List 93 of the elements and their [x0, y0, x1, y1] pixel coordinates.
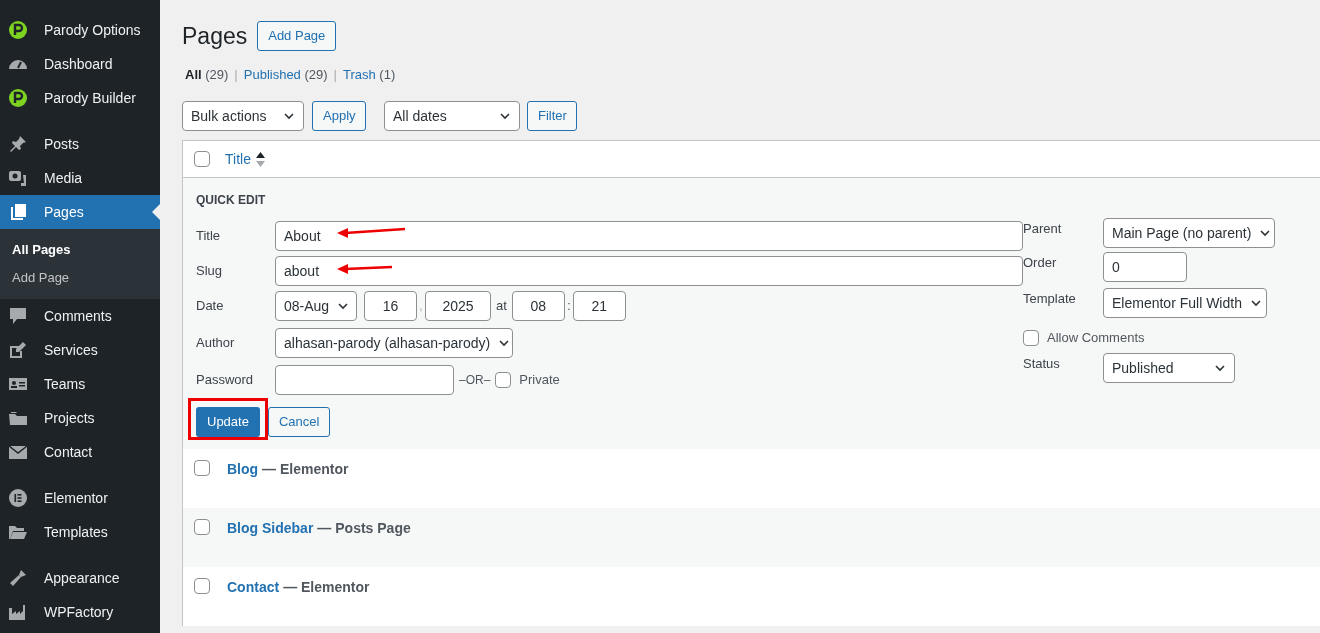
sidebar-item[interactable]: Parody Builder	[0, 81, 160, 115]
chevron-down-icon	[1214, 362, 1226, 374]
sidebar-item[interactable]: Projects	[0, 401, 160, 435]
chevron-down-icon	[1259, 227, 1272, 239]
month-select[interactable]: 08-Aug	[275, 291, 357, 321]
sidebar-item[interactable]: Media	[0, 161, 160, 195]
field-label: Password	[196, 371, 255, 390]
apply-button[interactable]: Apply	[312, 101, 366, 131]
hour-input[interactable]: 08	[511, 291, 565, 321]
bulk-actions-select[interactable]: Bulk actions	[182, 101, 304, 131]
sidebar-item[interactable]: Contact	[0, 435, 160, 469]
filter-button[interactable]: Filter	[527, 101, 577, 131]
field-label: Author	[196, 334, 236, 353]
sort-icon	[255, 151, 265, 167]
logo-icon	[8, 20, 28, 40]
checkbox-label: Private	[519, 371, 560, 390]
sidebar-item[interactable]: Elementor	[0, 481, 160, 515]
parent-select[interactable]: Main Page (no parent)	[1103, 218, 1275, 248]
media-icon	[8, 168, 28, 188]
pushpin-icon	[8, 134, 28, 154]
sidebar-item[interactable]: Services	[0, 333, 160, 367]
chevron-down-icon	[1249, 297, 1262, 309]
separator: |	[234, 66, 238, 85]
page-title: Pages	[182, 21, 248, 51]
chevron-down-icon	[499, 110, 511, 122]
logo-icon	[8, 88, 28, 108]
sidebar-item[interactable]: Appearance	[0, 561, 160, 595]
checkbox-label: Allow Comments	[1047, 329, 1145, 348]
or-label: –OR–	[459, 372, 491, 389]
speech-bubble-icon	[8, 306, 28, 326]
checkbox[interactable]	[194, 519, 210, 535]
field-label: Order	[1023, 254, 1058, 273]
column-header[interactable]: Title	[225, 148, 265, 170]
arrow-annotation	[337, 227, 407, 239]
checkbox[interactable]	[194, 578, 210, 594]
checkbox[interactable]	[1023, 330, 1039, 346]
pages-icon	[8, 202, 28, 222]
minute-input[interactable]: 21	[572, 291, 626, 321]
page-title-link[interactable]: Blog Sidebar	[227, 518, 314, 539]
status-select[interactable]: Published	[1103, 353, 1235, 383]
template-select[interactable]: Elementor Full Width	[1103, 288, 1267, 318]
circle-logo-icon	[8, 488, 28, 508]
add-page-button[interactable]: Add Page	[257, 21, 337, 51]
page-title-link[interactable]: Blog	[227, 459, 259, 480]
at-label: at	[496, 297, 507, 316]
sidebar-item[interactable]: Templates	[0, 515, 160, 549]
section-heading: QUICK EDIT	[196, 192, 267, 207]
day-input[interactable]: 16	[364, 291, 417, 321]
arrow-annotation	[337, 263, 393, 275]
field-label: Template	[1023, 290, 1077, 309]
page-title-link[interactable]: Contact	[227, 577, 280, 598]
chevron-down-icon	[498, 337, 511, 349]
page-state-label: — Elementor	[262, 460, 349, 479]
update-button[interactable]: Update	[196, 407, 260, 437]
author-select[interactable]: alhasan-parody (alhasan-parody)	[275, 328, 513, 358]
submenu-item[interactable]: All Pages	[0, 236, 160, 264]
year-input[interactable]: 2025	[425, 291, 491, 321]
factory-icon	[8, 602, 28, 622]
field-label: Parent	[1023, 220, 1063, 239]
field-label: Date	[196, 297, 225, 316]
submenu-item[interactable]: Add Page	[0, 264, 160, 292]
date-filter-select[interactable]: All dates	[384, 101, 520, 131]
field-label: Title	[196, 227, 222, 246]
separator: ,	[418, 298, 424, 315]
sidebar-item[interactable]: Dashboard	[0, 47, 160, 81]
separator: |	[333, 66, 337, 85]
current-pointer-icon	[152, 204, 160, 220]
chevron-down-icon	[283, 110, 295, 122]
cancel-button[interactable]: Cancel	[267, 407, 331, 437]
paintbrush-icon	[8, 568, 28, 588]
filter-link[interactable]: All (29)	[185, 65, 229, 85]
checkbox[interactable]	[495, 372, 512, 388]
sidebar-item[interactable]: WPFactory	[0, 595, 160, 629]
page-state-label: — Elementor	[283, 578, 370, 597]
order-input[interactable]: 0	[1103, 252, 1187, 282]
field-label: Slug	[196, 262, 224, 281]
chevron-down-icon	[337, 300, 350, 312]
page-state-label: — Posts Page	[317, 519, 411, 538]
slug-input[interactable]: about	[275, 256, 1023, 286]
filter-link[interactable]: Published (29)	[243, 65, 328, 85]
checkbox[interactable]	[194, 460, 210, 476]
field-label: Status	[1023, 355, 1061, 374]
sidebar-item[interactable]: Comments	[0, 299, 160, 333]
title-input[interactable]: About	[275, 221, 1023, 251]
sidebar-item[interactable]: Teams	[0, 367, 160, 401]
filter-link[interactable]: Trash (1)	[343, 65, 396, 85]
sidebar-item[interactable]: Pages	[0, 195, 160, 229]
sidebar-item[interactable]: Posts	[0, 127, 160, 161]
password-input[interactable]	[275, 365, 454, 395]
edit-icon	[8, 340, 28, 360]
checkbox[interactable]	[194, 151, 210, 167]
sidebar-item[interactable]: Parody Options	[0, 13, 160, 47]
separator: :	[566, 298, 572, 315]
